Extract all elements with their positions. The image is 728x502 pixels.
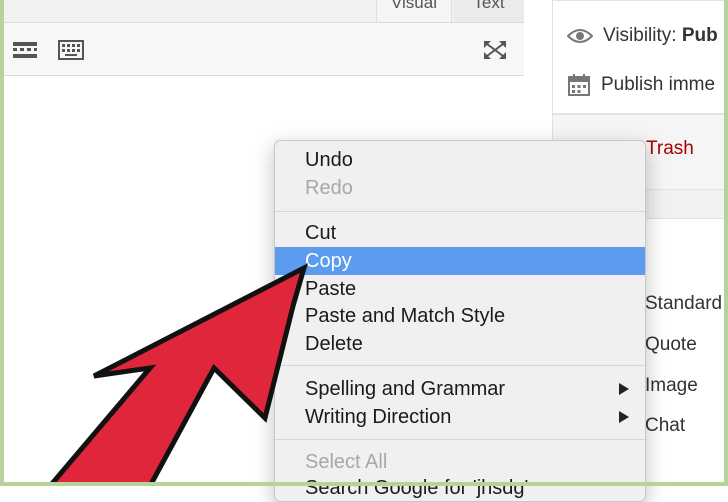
red-pointer-arrow-icon <box>46 263 309 486</box>
